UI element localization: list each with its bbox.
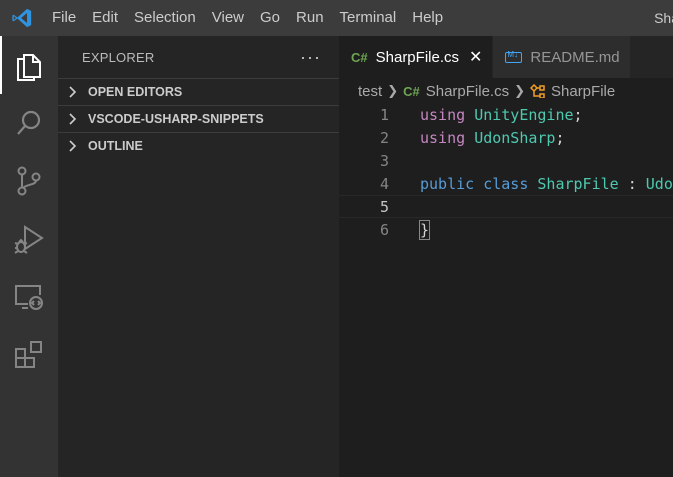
tab-readme[interactable]: README.md xyxy=(493,36,631,78)
code-keyword: using xyxy=(420,106,466,124)
menu-terminal[interactable]: Terminal xyxy=(332,0,405,36)
chevron-right-icon xyxy=(69,86,77,98)
window-title: Sha xyxy=(654,10,673,26)
vscode-logo-icon[interactable] xyxy=(0,0,44,36)
activity-source-control[interactable] xyxy=(0,152,58,210)
code-keyword: public xyxy=(420,175,475,193)
code-line[interactable]: 4 public class SharpFile : Udon xyxy=(339,173,673,196)
tab-sharpfile[interactable]: C# SharpFile.cs ✕ xyxy=(339,36,494,78)
section-label: OUTLINE xyxy=(88,139,143,153)
activity-bar xyxy=(0,36,58,477)
code-keyword: using xyxy=(420,129,466,147)
tab-label: README.md xyxy=(530,48,620,66)
chevron-right-icon: ❯ xyxy=(387,83,399,98)
section-outline[interactable]: OUTLINE xyxy=(58,132,339,159)
line-number: 5 xyxy=(379,198,389,216)
line-number: 1 xyxy=(379,106,389,124)
editor-tab-bar: C# SharpFile.cs ✕ README.md xyxy=(339,36,673,78)
chevron-right-icon: ❯ xyxy=(514,83,525,98)
activity-extensions[interactable] xyxy=(0,326,58,384)
markdown-file-icon xyxy=(505,50,523,63)
source-control-icon xyxy=(17,166,41,196)
run-debug-icon xyxy=(14,225,44,254)
code-type: SharpFile xyxy=(537,175,619,193)
csharp-file-icon: C# xyxy=(351,49,368,65)
activity-explorer[interactable] xyxy=(0,36,58,94)
code-type: UdonSharp xyxy=(474,129,556,147)
explorer-sidebar: EXPLORER ··· OPEN EDITORS VSCODE-USHARP-… xyxy=(58,36,339,477)
chevron-right-icon xyxy=(69,113,77,125)
explorer-icon xyxy=(17,54,41,81)
code-brace: } xyxy=(418,220,431,240)
breadcrumb-symbol[interactable]: SharpFile xyxy=(551,83,615,100)
code-line[interactable]: 1 using UnityEngine; xyxy=(339,104,673,127)
code-type: UnityEngine xyxy=(474,106,574,124)
tab-label: SharpFile.cs xyxy=(375,48,459,66)
code-keyword: class xyxy=(483,175,529,193)
line-number: 4 xyxy=(379,175,389,193)
section-label: OPEN EDITORS xyxy=(88,85,183,99)
menu-file[interactable]: File xyxy=(44,0,84,36)
activity-search[interactable] xyxy=(0,94,58,152)
menu-selection[interactable]: Selection xyxy=(126,0,204,36)
code-punct: ; xyxy=(555,129,565,147)
menu-edit[interactable]: Edit xyxy=(84,0,126,36)
current-code-line[interactable]: 5 xyxy=(339,195,673,218)
section-label: VSCODE-USHARP-SNIPPETS xyxy=(88,112,264,126)
menu-run[interactable]: Run xyxy=(288,0,332,36)
activity-run-debug[interactable] xyxy=(0,210,58,268)
menu-bar: File Edit Selection View Go Run Terminal… xyxy=(44,0,451,36)
code-line[interactable]: 3 xyxy=(339,150,673,173)
line-number: 2 xyxy=(379,129,389,147)
menu-go[interactable]: Go xyxy=(252,0,288,36)
sidebar-title: EXPLORER xyxy=(82,49,155,65)
close-icon[interactable]: ✕ xyxy=(469,47,482,67)
menu-view[interactable]: View xyxy=(204,0,252,36)
line-number: 6 xyxy=(379,221,389,239)
extensions-icon xyxy=(15,341,42,368)
search-icon xyxy=(17,110,41,135)
more-actions-button[interactable]: ··· xyxy=(300,48,321,66)
code-line[interactable]: 6 } xyxy=(339,219,673,242)
code-type: Udon xyxy=(645,175,673,193)
breadcrumb-folder[interactable]: test xyxy=(358,83,382,100)
breadcrumb: test ❯ C# SharpFile.cs ❯ SharpFile xyxy=(339,78,673,104)
class-symbol-icon xyxy=(530,84,545,98)
breadcrumb-file[interactable]: SharpFile.cs xyxy=(426,83,509,100)
section-open-editors[interactable]: OPEN EDITORS xyxy=(58,78,339,105)
code-line[interactable]: 2 using UdonSharp; xyxy=(339,127,673,150)
code-editor[interactable]: 1 using UnityEngine; 2 using UdonSharp; … xyxy=(339,104,673,477)
code-punct: : xyxy=(618,175,646,193)
sidebar-header: EXPLORER ··· xyxy=(58,36,339,78)
csharp-file-icon: C# xyxy=(403,83,420,99)
vscode-window: File Edit Selection View Go Run Terminal… xyxy=(0,0,673,477)
title-bar: File Edit Selection View Go Run Terminal… xyxy=(0,0,673,36)
section-workspace-folder[interactable]: VSCODE-USHARP-SNIPPETS xyxy=(58,105,339,132)
remote-explorer-icon xyxy=(15,285,43,310)
line-number: 3 xyxy=(379,152,389,170)
menu-help[interactable]: Help xyxy=(404,0,451,36)
chevron-right-icon xyxy=(69,140,77,152)
activity-remote-explorer[interactable] xyxy=(0,268,58,326)
code-punct: ; xyxy=(573,106,583,124)
